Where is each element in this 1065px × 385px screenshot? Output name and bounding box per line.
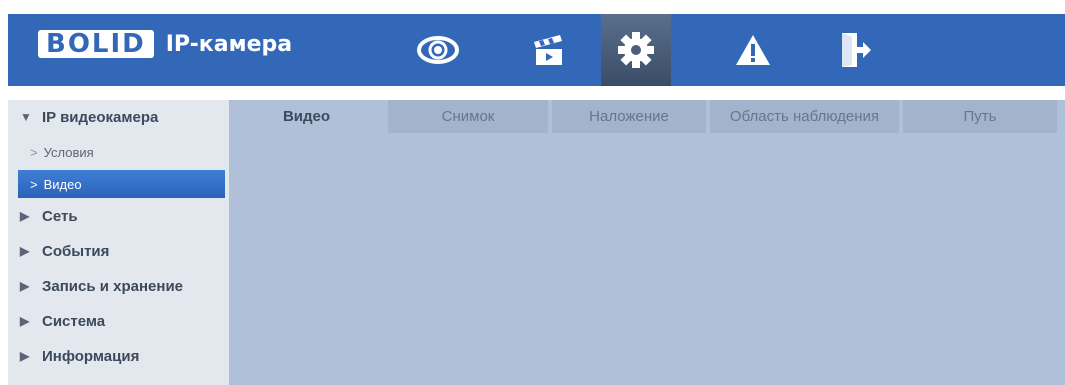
logo: BOLID IP-камера [38,30,292,58]
sidebar-item-ip-camera[interactable]: ▼ IP видеокамера [8,103,224,131]
exit-icon [842,33,871,67]
gear-icon [618,32,654,68]
tab-video[interactable]: Видео [229,100,384,133]
tab-snapshot[interactable]: Снимок [388,100,548,133]
warning-icon [736,35,770,65]
sidebar-item-info[interactable]: ▶ Информация [8,342,224,370]
logout-button[interactable] [826,14,886,86]
chevron-right-icon: > [30,144,38,160]
sidebar-item-label: Система [42,312,106,330]
triangle-right-icon: ▶ [20,314,30,328]
sidebar-item-system[interactable]: ▶ Система [8,307,224,335]
triangle-down-icon: ▼ [20,110,32,124]
top-bar: BOLID IP-камера [8,14,1065,86]
tab-overlay[interactable]: Наложение [552,100,706,133]
sidebar-item-label: Условия [43,144,94,160]
live-view-button[interactable] [408,14,468,86]
sidebar-item-label: IP видеокамера [42,108,159,126]
clapperboard-icon [534,35,562,65]
sidebar-item-label: События [42,242,110,260]
sidebar-item-label: Видео [43,176,82,192]
settings-button[interactable] [601,14,671,86]
eye-icon [417,36,459,64]
sidebar-item-video[interactable]: > Видео [18,170,225,198]
sidebar-item-label: Запись и хранение [42,277,184,295]
sidebar-item-label: Сеть [42,207,78,225]
product-title: IP-камера [165,31,293,57]
sidebar-item-network[interactable]: ▶ Сеть [8,202,224,230]
chevron-right-icon: > [30,176,38,192]
triangle-right-icon: ▶ [20,349,30,363]
triangle-right-icon: ▶ [20,244,30,258]
playback-button[interactable] [518,14,578,86]
sidebar-item-label: Информация [42,347,140,365]
sidebar: ▼ IP видеокамера > Условия > Видео ▶ Сет… [8,100,229,385]
sidebar-item-conditions[interactable]: > Условия [18,138,225,166]
sidebar-item-storage[interactable]: ▶ Запись и хранение [8,272,224,300]
tab-path[interactable]: Путь [903,100,1057,133]
triangle-right-icon: ▶ [20,209,30,223]
sidebar-item-events[interactable]: ▶ События [8,237,224,265]
triangle-right-icon: ▶ [20,279,30,293]
content-area: Видео Снимок Наложение Область наблюдени… [229,100,1065,385]
tab-area[interactable]: Область наблюдения [710,100,899,133]
alarm-button[interactable] [723,14,783,86]
brand-logo: BOLID [38,30,154,58]
